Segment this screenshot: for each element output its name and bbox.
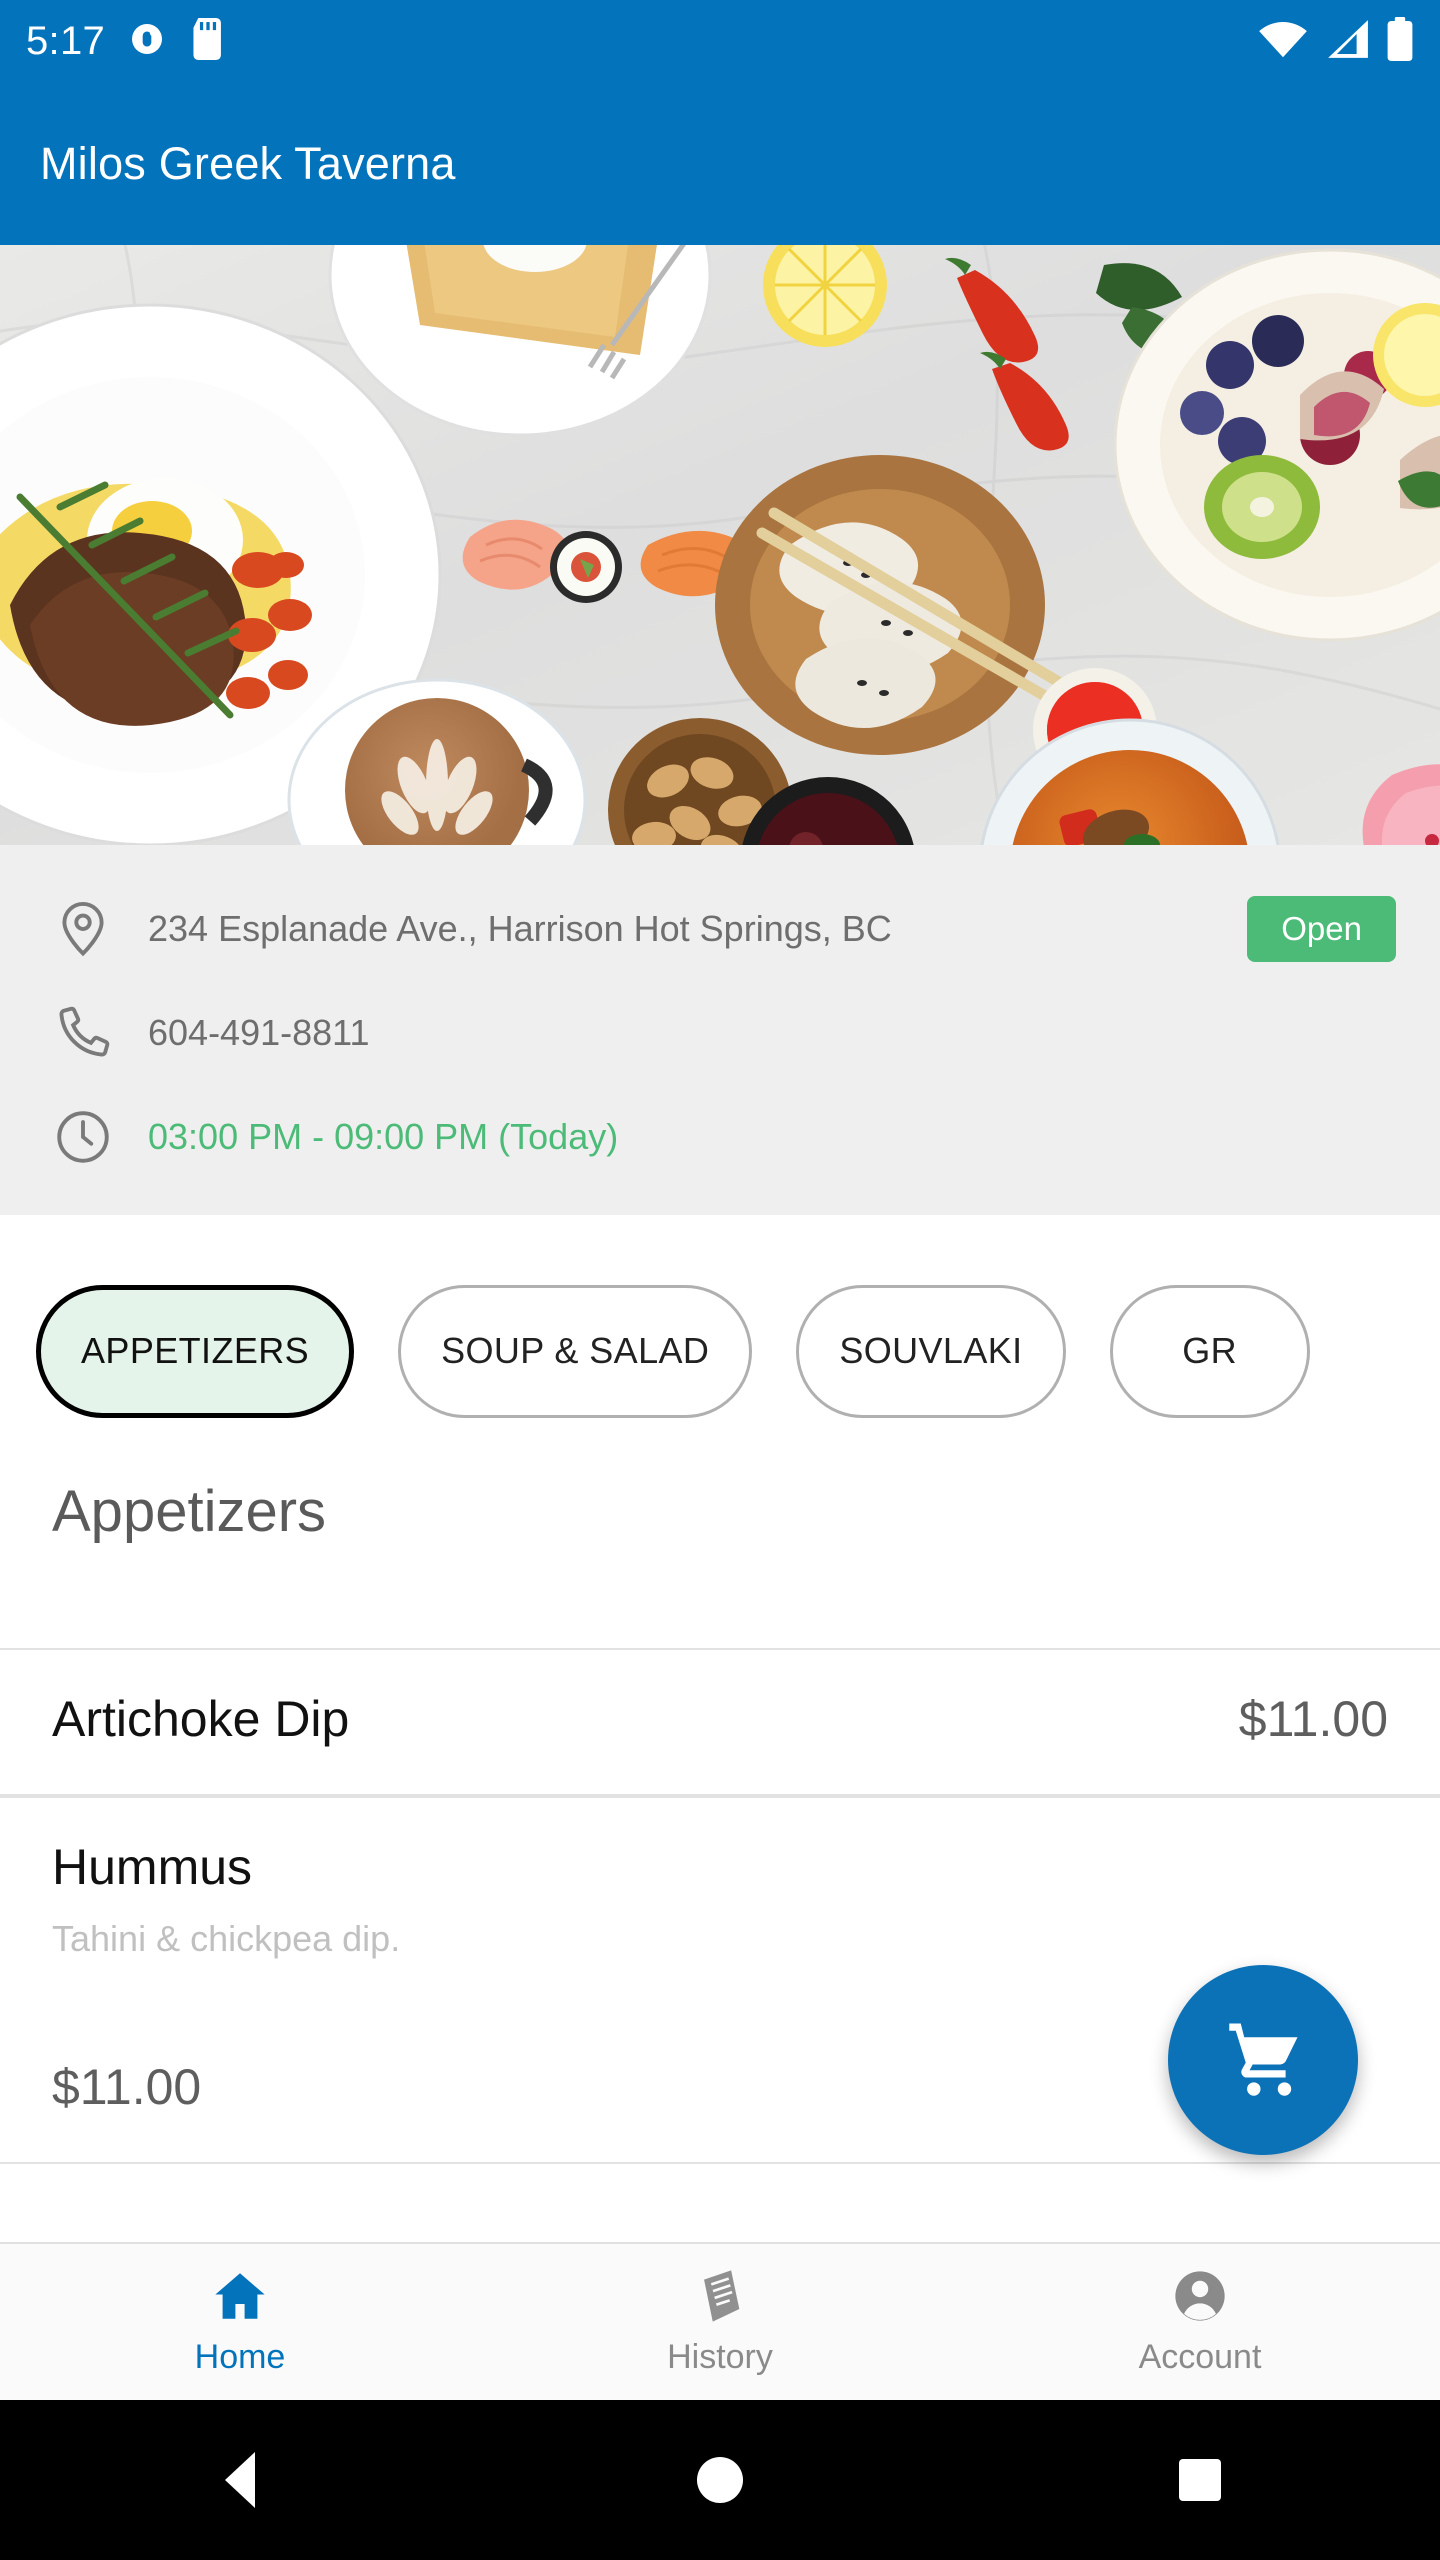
home-circle-icon: [697, 2457, 743, 2503]
category-chip-souvlaki[interactable]: SOUVLAKI: [796, 1284, 1066, 1418]
app-bar: Milos Greek Taverna: [0, 82, 1440, 245]
location-pin-icon: [52, 898, 114, 960]
status-bar-right: [1258, 16, 1414, 66]
bottom-nav-label: History: [667, 2338, 773, 2376]
menu-item-price: $11.00: [1238, 1691, 1388, 1747]
restaurant-hero-image: [0, 245, 1440, 845]
category-chip-soup-and-salad[interactable]: SOUP & SALAD: [398, 1284, 753, 1418]
restaurant-info-panel: 234 Esplanade Ave., Harrison Hot Springs…: [0, 845, 1440, 1215]
status-badge[interactable]: Open: [1247, 895, 1396, 963]
android-home-button[interactable]: [480, 2457, 960, 2503]
phone-text: 604-491-8811: [148, 1012, 370, 1053]
category-chip-partial[interactable]: GR: [1109, 1284, 1310, 1418]
battery-icon: [1386, 16, 1414, 66]
menu-item-name: Hummus: [52, 1839, 253, 1895]
hours-text: 03:00 PM - 09:00 PM (Today): [148, 1116, 619, 1157]
android-recents-button[interactable]: [960, 2459, 1440, 2501]
bottom-navigation-bar: Home History Account: [0, 2242, 1440, 2400]
clock-icon: [52, 1106, 114, 1168]
bottom-nav-label: Account: [1138, 2338, 1262, 2376]
bottom-nav-label: Home: [194, 2338, 286, 2376]
location-off-icon: [127, 19, 167, 64]
account-circle-icon: [1168, 2267, 1232, 2330]
sd-card-icon: [189, 17, 227, 65]
category-chip-list: APPETIZERS SOUP & SALAD SOUVLAKI GR: [0, 1215, 1440, 1445]
recents-square-icon: [1179, 2459, 1221, 2501]
app-screen: 5:17 Milos Greek Taverna 234 Esplanade A…: [0, 0, 1440, 2560]
bottom-nav-item-home[interactable]: Home: [0, 2267, 480, 2377]
address-row[interactable]: 234 Esplanade Ave., Harrison Hot Springs…: [0, 877, 1440, 981]
category-chip-scroller[interactable]: APPETIZERS SOUP & SALAD SOUVLAKI GR: [0, 1215, 1440, 1445]
menu-section-title: Appetizers: [52, 1479, 327, 1544]
cellular-signal-icon: [1324, 18, 1370, 65]
back-icon: [225, 2452, 255, 2508]
android-navigation-bar: [0, 2400, 1440, 2560]
menu-item-description: Tahini & chickpea dip.: [52, 1918, 401, 1959]
menu-item-artichoke-dip[interactable]: Artichoke Dip $11.00: [0, 1648, 1440, 1796]
menu-item-name: Artichoke Dip: [52, 1691, 350, 1747]
status-bar-left: 5:17: [26, 17, 227, 65]
address-text: 234 Esplanade Ave., Harrison Hot Springs…: [148, 908, 892, 949]
page-title: Milos Greek Taverna: [40, 137, 456, 189]
cart-fab-button[interactable]: [1168, 1965, 1358, 2155]
shopping-cart-icon: [1217, 2012, 1309, 2109]
bottom-nav-item-history[interactable]: History: [480, 2267, 960, 2377]
phone-icon: [52, 1002, 114, 1064]
bottom-nav-item-account[interactable]: Account: [960, 2267, 1440, 2377]
status-bar: 5:17: [0, 0, 1440, 82]
android-back-button[interactable]: [0, 2452, 480, 2508]
receipt-icon: [688, 2267, 752, 2330]
hours-row[interactable]: 03:00 PM - 09:00 PM (Today): [0, 1085, 1440, 1189]
wifi-icon: [1258, 18, 1308, 65]
category-chip-appetizers[interactable]: APPETIZERS: [36, 1284, 355, 1418]
status-bar-clock: 5:17: [26, 19, 106, 63]
phone-row[interactable]: 604-491-8811: [0, 981, 1440, 1085]
home-icon: [208, 2267, 272, 2330]
